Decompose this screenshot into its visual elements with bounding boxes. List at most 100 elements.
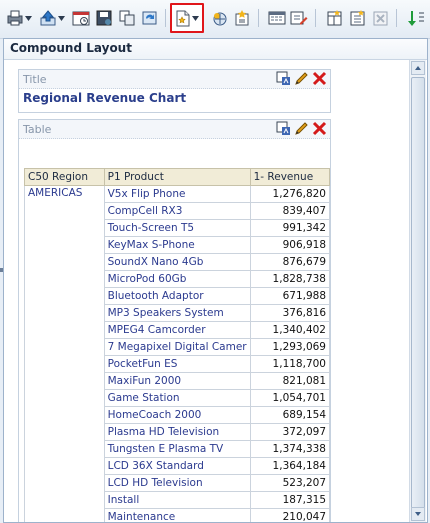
product-cell[interactable]: HomeCoach 2000 bbox=[103, 406, 251, 424]
product-cell[interactable]: Tungsten E Plasma TV bbox=[103, 440, 251, 458]
column-header-region[interactable]: C50 Region bbox=[24, 168, 105, 186]
refresh-button[interactable] bbox=[141, 9, 159, 27]
table-row: PocketFun ES 1,118,700 bbox=[24, 355, 331, 373]
revenue-cell: 671,988 bbox=[249, 287, 331, 305]
layout-icon bbox=[326, 10, 344, 26]
title-view: Title Regional Revenue Chart bbox=[18, 69, 331, 113]
table-view: Table C50 Region P1 Product 1- Revenue A… bbox=[18, 119, 331, 522]
copy-button[interactable] bbox=[118, 9, 136, 27]
region-cell bbox=[24, 304, 105, 322]
scrollbar-thumb[interactable] bbox=[411, 77, 425, 517]
revenue-cell: 1,276,820 bbox=[249, 185, 331, 203]
copy-icon bbox=[118, 10, 136, 26]
delete-view-icon[interactable] bbox=[312, 121, 327, 136]
product-cell[interactable]: V5x Flip Phone bbox=[103, 185, 251, 203]
chevron-down-icon bbox=[25, 15, 32, 21]
product-cell[interactable]: LCD 36X Standard bbox=[103, 457, 251, 475]
product-cell[interactable]: MaxiFun 2000 bbox=[103, 372, 251, 390]
print-icon bbox=[6, 10, 24, 26]
view-properties-button[interactable] bbox=[268, 9, 286, 27]
region-cell bbox=[24, 355, 105, 373]
edit-view-icon[interactable] bbox=[294, 121, 309, 136]
pane-header: Compound Layout bbox=[4, 39, 427, 60]
product-cell[interactable]: CompCell RX3 bbox=[103, 202, 251, 220]
toolbar-separator bbox=[315, 9, 316, 27]
revenue-cell: 523,207 bbox=[249, 474, 331, 492]
chevron-down-icon bbox=[192, 15, 199, 21]
table-row: LCD HD Television 523,207 bbox=[24, 474, 331, 492]
product-cell[interactable]: Plasma HD Television bbox=[103, 423, 251, 441]
region-cell bbox=[24, 321, 105, 339]
region-cell bbox=[24, 508, 105, 522]
properties-button[interactable] bbox=[349, 9, 367, 27]
region-cell bbox=[24, 457, 105, 475]
revenue-cell: 1,118,700 bbox=[249, 355, 331, 373]
product-cell[interactable]: SoundX Nano 4Gb bbox=[103, 253, 251, 271]
view-properties-icon bbox=[268, 10, 286, 26]
region-cell: AMERICAS bbox=[24, 185, 105, 203]
save-button[interactable] bbox=[95, 9, 113, 27]
layout-button[interactable] bbox=[326, 9, 344, 27]
title-view-actions bbox=[276, 71, 327, 86]
revenue-cell: 1,374,338 bbox=[249, 440, 331, 458]
table-row: AMERICAS V5x Flip Phone 1,276,820 bbox=[24, 185, 331, 203]
format-view-icon[interactable] bbox=[276, 71, 291, 86]
product-cell[interactable]: MP3 Speakers System bbox=[103, 304, 251, 322]
product-cell[interactable]: 7 Megapixel Digital Camer bbox=[103, 338, 251, 356]
table-row: 7 Megapixel Digital Camer 1,293,069 bbox=[24, 338, 331, 356]
table-row: Touch-Screen T5 991,342 bbox=[24, 219, 331, 237]
revenue-cell: 1,828,738 bbox=[249, 270, 331, 288]
edit-view-icon[interactable] bbox=[294, 71, 309, 86]
toolbar bbox=[0, 0, 430, 39]
insert-view-button[interactable] bbox=[211, 9, 229, 27]
revenue-cell: 906,918 bbox=[249, 236, 331, 254]
remove-icon bbox=[372, 10, 390, 26]
revenue-cell: 210,047 bbox=[249, 508, 331, 522]
product-cell[interactable]: Game Station bbox=[103, 389, 251, 407]
print-menu[interactable] bbox=[6, 9, 32, 27]
revenue-cell: 372,097 bbox=[249, 423, 331, 441]
product-cell[interactable]: KeyMax S-Phone bbox=[103, 236, 251, 254]
region-cell bbox=[24, 423, 105, 441]
product-cell[interactable]: MPEG4 Camcorder bbox=[103, 321, 251, 339]
refresh-icon bbox=[141, 10, 159, 26]
revenue-table: C50 Region P1 Product 1- Revenue AMERICA… bbox=[24, 168, 331, 522]
toolbar-separator bbox=[396, 9, 397, 27]
region-cell bbox=[24, 474, 105, 492]
region-cell bbox=[24, 253, 105, 271]
product-cell[interactable]: MicroPod 60Gb bbox=[103, 270, 251, 288]
region-cell bbox=[24, 338, 105, 356]
column-header-product[interactable]: P1 Product bbox=[103, 168, 251, 186]
region-cell bbox=[24, 440, 105, 458]
delete-view-icon[interactable] bbox=[312, 71, 327, 86]
table-row: HomeCoach 2000 689,154 bbox=[24, 406, 331, 424]
pane-title: Compound Layout bbox=[10, 41, 132, 55]
product-cell[interactable]: Bluetooth Adaptor bbox=[103, 287, 251, 305]
product-cell[interactable]: Touch-Screen T5 bbox=[103, 219, 251, 237]
region-cell bbox=[24, 372, 105, 390]
vertical-scrollbar[interactable] bbox=[409, 60, 426, 522]
product-cell[interactable]: PocketFun ES bbox=[103, 355, 251, 373]
format-view-icon[interactable] bbox=[276, 121, 291, 136]
schedule-report-button[interactable] bbox=[72, 9, 90, 27]
region-cell bbox=[24, 389, 105, 407]
remove-button[interactable] bbox=[372, 9, 390, 27]
product-cell[interactable]: LCD HD Television bbox=[103, 474, 251, 492]
revenue-cell: 991,342 bbox=[249, 219, 331, 237]
edit-formula-button[interactable] bbox=[290, 9, 308, 27]
revenue-cell: 187,315 bbox=[249, 491, 331, 509]
table-row: Bluetooth Adaptor 671,988 bbox=[24, 287, 331, 305]
new-view-menu[interactable] bbox=[170, 3, 204, 33]
scroll-up-button[interactable] bbox=[411, 61, 425, 75]
sort-button[interactable] bbox=[406, 9, 426, 27]
table-row: Tungsten E Plasma TV 1,374,338 bbox=[24, 440, 331, 458]
toolbar-separator bbox=[165, 9, 166, 27]
prompt-button[interactable] bbox=[233, 9, 251, 27]
product-cell[interactable]: Install bbox=[103, 491, 251, 509]
table-row: CompCell RX3 839,407 bbox=[24, 202, 331, 220]
insert-view-icon bbox=[211, 10, 229, 26]
scroll-down-button[interactable] bbox=[411, 507, 425, 521]
export-menu[interactable] bbox=[39, 9, 65, 27]
product-cell[interactable]: Maintenance bbox=[103, 508, 251, 522]
column-header-revenue[interactable]: 1- Revenue bbox=[249, 168, 331, 186]
